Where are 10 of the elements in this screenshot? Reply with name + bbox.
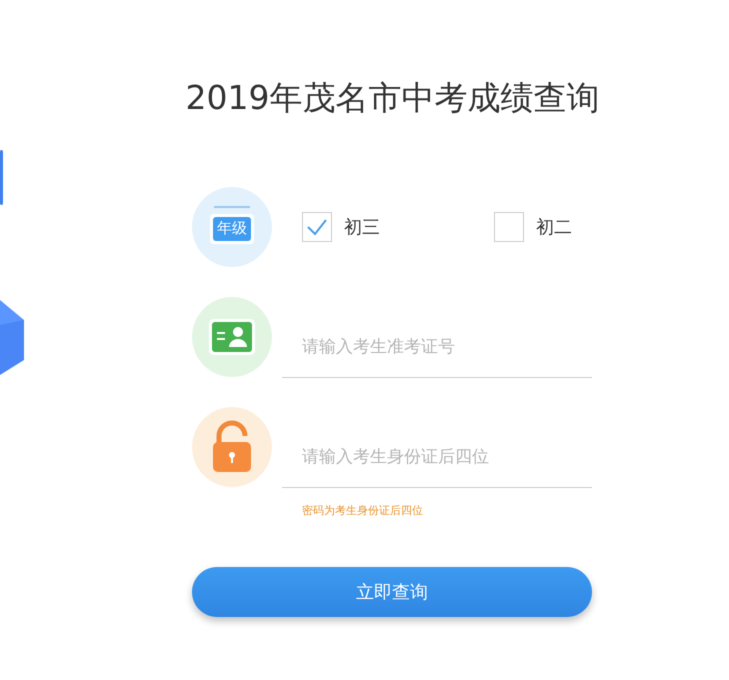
input-field[interactable]: 请输入考生身份证后四位 xyxy=(282,427,592,488)
grade-option[interactable]: 初二 xyxy=(494,212,572,242)
checkbox[interactable] xyxy=(494,212,524,242)
checkbox[interactable] xyxy=(302,212,332,242)
grade-option[interactable]: 初三 xyxy=(302,212,380,242)
checkmark-icon xyxy=(306,218,328,236)
hint-text: 密码为考生身份证后四位 xyxy=(302,503,423,518)
input-field[interactable]: 请输入考生准考证号 xyxy=(282,317,592,378)
page-title: 2019年茂名市中考成绩查询 xyxy=(184,77,600,119)
grade-sign-text: 年级 xyxy=(217,219,247,238)
